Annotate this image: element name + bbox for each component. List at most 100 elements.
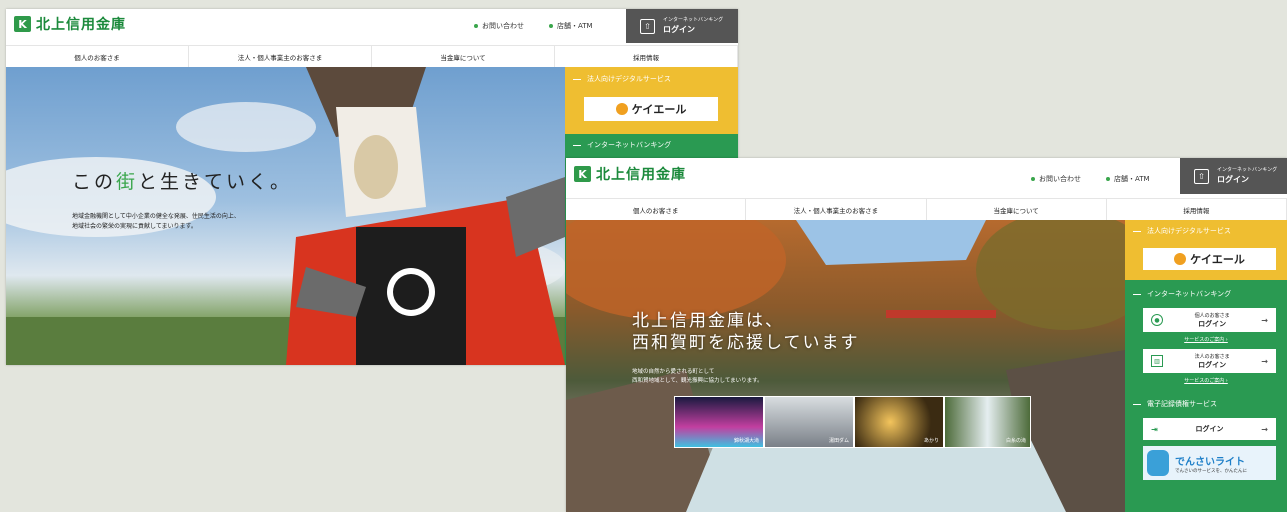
hero-desc-line1: 地域金融機関として中小企業の健全な発展、住民生活の向上、 xyxy=(72,213,240,220)
nav-item-business[interactable]: 法人・個人事業主のお客さま xyxy=(189,46,372,68)
contact-label: お問い合わせ xyxy=(482,22,524,30)
contact-link[interactable]: お問い合わせ xyxy=(474,21,524,31)
thumb-item[interactable]: 錦秋湖大滝 xyxy=(674,396,764,448)
kei-button[interactable]: ケイエール xyxy=(584,97,718,121)
catch-line2: 西和賀町を応援しています xyxy=(632,333,860,353)
nav-item-recruit[interactable]: 採用情報 xyxy=(1107,199,1287,221)
thumbnail-strip: 錦秋湖大滝 湯田ダム あかり 白糸の滝 xyxy=(674,396,1031,448)
hero-image: 北上信用金庫は、 西和賀町を応援しています 地域の自然から愛される町として 西和… xyxy=(566,220,1125,512)
thumb-item[interactable]: 白糸の滝 xyxy=(944,396,1031,448)
side-denshi-title: 電子記録債権サービス xyxy=(1125,394,1287,414)
side-digital-title: 法人向けデジタルサービス xyxy=(1125,220,1287,242)
bank-logo-mark: K xyxy=(574,166,591,182)
densai-light-banner[interactable]: でんさいライト でんさいのサービスを、かんたんに xyxy=(1143,446,1276,480)
hero-desc-line2: 西和賀地域として、観光振興に協力してまいります。 xyxy=(632,378,763,384)
bank-name: 北上信用金庫 xyxy=(36,17,126,33)
hero-catchcopy: この街と生きていく。 xyxy=(72,167,292,194)
main-nav: 個人のお客さま 法人・個人事業主のお客さま 当金庫について 採用情報 xyxy=(566,198,1287,222)
ib-login-button[interactable]: ⇧ インターネットバンキング ログイン xyxy=(626,9,738,43)
bank-logo[interactable]: K 北上信用金庫 xyxy=(14,14,126,34)
personal-service-link[interactable]: サービスのご案内 › xyxy=(1125,336,1287,343)
bank-logo[interactable]: K 北上信用金庫 xyxy=(574,164,686,184)
side-ib-title: インターネットバンキング xyxy=(565,134,738,156)
nav-item-recruit[interactable]: 採用情報 xyxy=(555,46,738,68)
corporate-login-label: ログイン xyxy=(1198,361,1227,369)
corporate-login-button[interactable]: ▥ 法人のお客さま ログイン → xyxy=(1143,349,1276,373)
hero-photo-gorge xyxy=(566,220,1125,512)
ib-login-small: インターネットバンキング xyxy=(663,17,724,23)
corporate-login-text: 法人のお客さま ログイン xyxy=(1195,353,1230,369)
hero-description: 地域の自然から愛される町として 西和賀地域として、観光振興に協力してまいります。 xyxy=(632,368,763,386)
side-ib-panel: インターネットバンキング ● 個人のお客さま ログイン → サービスのご案内 ›… xyxy=(1125,280,1287,512)
site-header: K 北上信用金庫 お問い合わせ 店舗・ATM ⇧ インターネットバンキング ログ… xyxy=(6,9,738,69)
bullet-icon xyxy=(549,24,553,28)
kei-logo-icon xyxy=(1174,253,1187,265)
bullet-icon xyxy=(1031,177,1035,181)
arrow-right-icon: → xyxy=(1261,356,1268,366)
ib-login-label: ログイン xyxy=(1217,175,1249,184)
ib-login-label: ログイン xyxy=(663,25,695,34)
densai-subtitle: でんさいのサービスを、かんたんに xyxy=(1175,468,1247,474)
thumb-item[interactable]: 湯田ダム xyxy=(764,396,854,448)
bullet-icon xyxy=(1106,177,1110,181)
corporate-login-small: 法人のお客さま xyxy=(1194,354,1230,360)
login-arrow-icon: ⇥ xyxy=(1151,424,1158,434)
thumb-label: あかり xyxy=(923,438,939,444)
kei-logo-icon xyxy=(615,103,628,115)
branch-atm-label: 店舗・ATM xyxy=(557,22,593,30)
branch-atm-link[interactable]: 店舗・ATM xyxy=(1106,174,1150,184)
hero-catchcopy: 北上信用金庫は、 西和賀町を応援しています xyxy=(632,310,860,354)
catch-post: と生きていく。 xyxy=(138,171,293,193)
thumb-label: 錦秋湖大滝 xyxy=(733,438,759,444)
site-header: K 北上信用金庫 お問い合わせ 店舗・ATM ⇧ インターネットバンキング ログ… xyxy=(566,158,1287,222)
side-digital-title: 法人向けデジタルサービス xyxy=(565,67,738,91)
contact-link[interactable]: お問い合わせ xyxy=(1031,174,1081,184)
thumb-label: 湯田ダム xyxy=(828,438,849,444)
personal-login-small: 個人のお客さま xyxy=(1194,313,1230,319)
catch-line1: 北上信用金庫は、 xyxy=(632,311,784,331)
densai-title: でんさいライト xyxy=(1175,456,1245,468)
hero-image: この街と生きていく。 地域金融機関として中小企業の健全な発展、住民生活の向上、 … xyxy=(6,67,565,365)
arrow-right-icon: → xyxy=(1261,315,1268,325)
branch-atm-label: 店舗・ATM xyxy=(1114,175,1150,183)
main-nav: 個人のお客さま 法人・個人事業主のお客さま 当金庫について 採用情報 xyxy=(6,45,738,69)
side-digital-panel: 法人向けデジタルサービス ケイエール xyxy=(1125,220,1287,280)
hero-desc-line2: 地域社会の繁栄の実現に貢献してまいります。 xyxy=(72,223,197,230)
nav-item-about[interactable]: 当金庫について xyxy=(927,199,1107,221)
branch-atm-link[interactable]: 店舗・ATM xyxy=(549,21,593,31)
bullet-icon xyxy=(474,24,478,28)
bank-logo-mark: K xyxy=(14,16,31,32)
catch-accent: 街 xyxy=(116,171,139,193)
denshi-login-label: ログイン xyxy=(1195,425,1224,433)
thumb-label: 白糸の滝 xyxy=(1005,438,1026,444)
personal-login-text: 個人のお客さま ログイン xyxy=(1195,312,1230,328)
ib-login-small: インターネットバンキング xyxy=(1217,167,1278,173)
ib-login-button[interactable]: ⇧ インターネットバンキング ログイン xyxy=(1180,158,1287,194)
hero-desc-line1: 地域の自然から愛される町として xyxy=(632,369,715,375)
nav-item-business[interactable]: 法人・個人事業主のお客さま xyxy=(746,199,927,221)
lock-icon: ⇧ xyxy=(1194,168,1209,184)
thumb-item[interactable]: あかり xyxy=(854,396,944,448)
personal-login-label: ログイン xyxy=(1198,320,1227,328)
arrow-right-icon: → xyxy=(1261,424,1268,434)
nav-item-about[interactable]: 当金庫について xyxy=(372,46,555,68)
bank-name: 北上信用金庫 xyxy=(596,167,686,183)
lock-icon: ⇧ xyxy=(640,18,655,34)
website-screenshot-2: K 北上信用金庫 お問い合わせ 店舗・ATM ⇧ インターネットバンキング ログ… xyxy=(566,158,1287,512)
densai-text: でんさいライト でんさいのサービスを、かんたんに xyxy=(1175,453,1247,474)
kei-label: ケイエール xyxy=(1190,253,1245,266)
kei-button[interactable]: ケイエール xyxy=(1143,248,1276,270)
mascot-icon xyxy=(1147,450,1169,476)
corporate-service-link[interactable]: サービスのご案内 › xyxy=(1125,377,1287,384)
side-ib-title: インターネットバンキング xyxy=(1125,284,1287,304)
kei-label: ケイエール xyxy=(631,103,687,116)
person-icon: ● xyxy=(1151,314,1163,326)
nav-item-personal[interactable]: 個人のお客さま xyxy=(566,199,747,221)
contact-label: お問い合わせ xyxy=(1039,175,1081,183)
personal-login-button[interactable]: ● 個人のお客さま ログイン → xyxy=(1143,308,1276,332)
nav-item-personal[interactable]: 個人のお客さま xyxy=(6,46,189,68)
hero-description: 地域金融機関として中小企業の健全な発展、住民生活の向上、 地域社会の繁栄の実現に… xyxy=(72,212,240,232)
denshi-login-button[interactable]: ⇥ ログイン → xyxy=(1143,418,1276,440)
catch-pre: この xyxy=(72,171,117,193)
building-icon: ▥ xyxy=(1151,355,1163,367)
